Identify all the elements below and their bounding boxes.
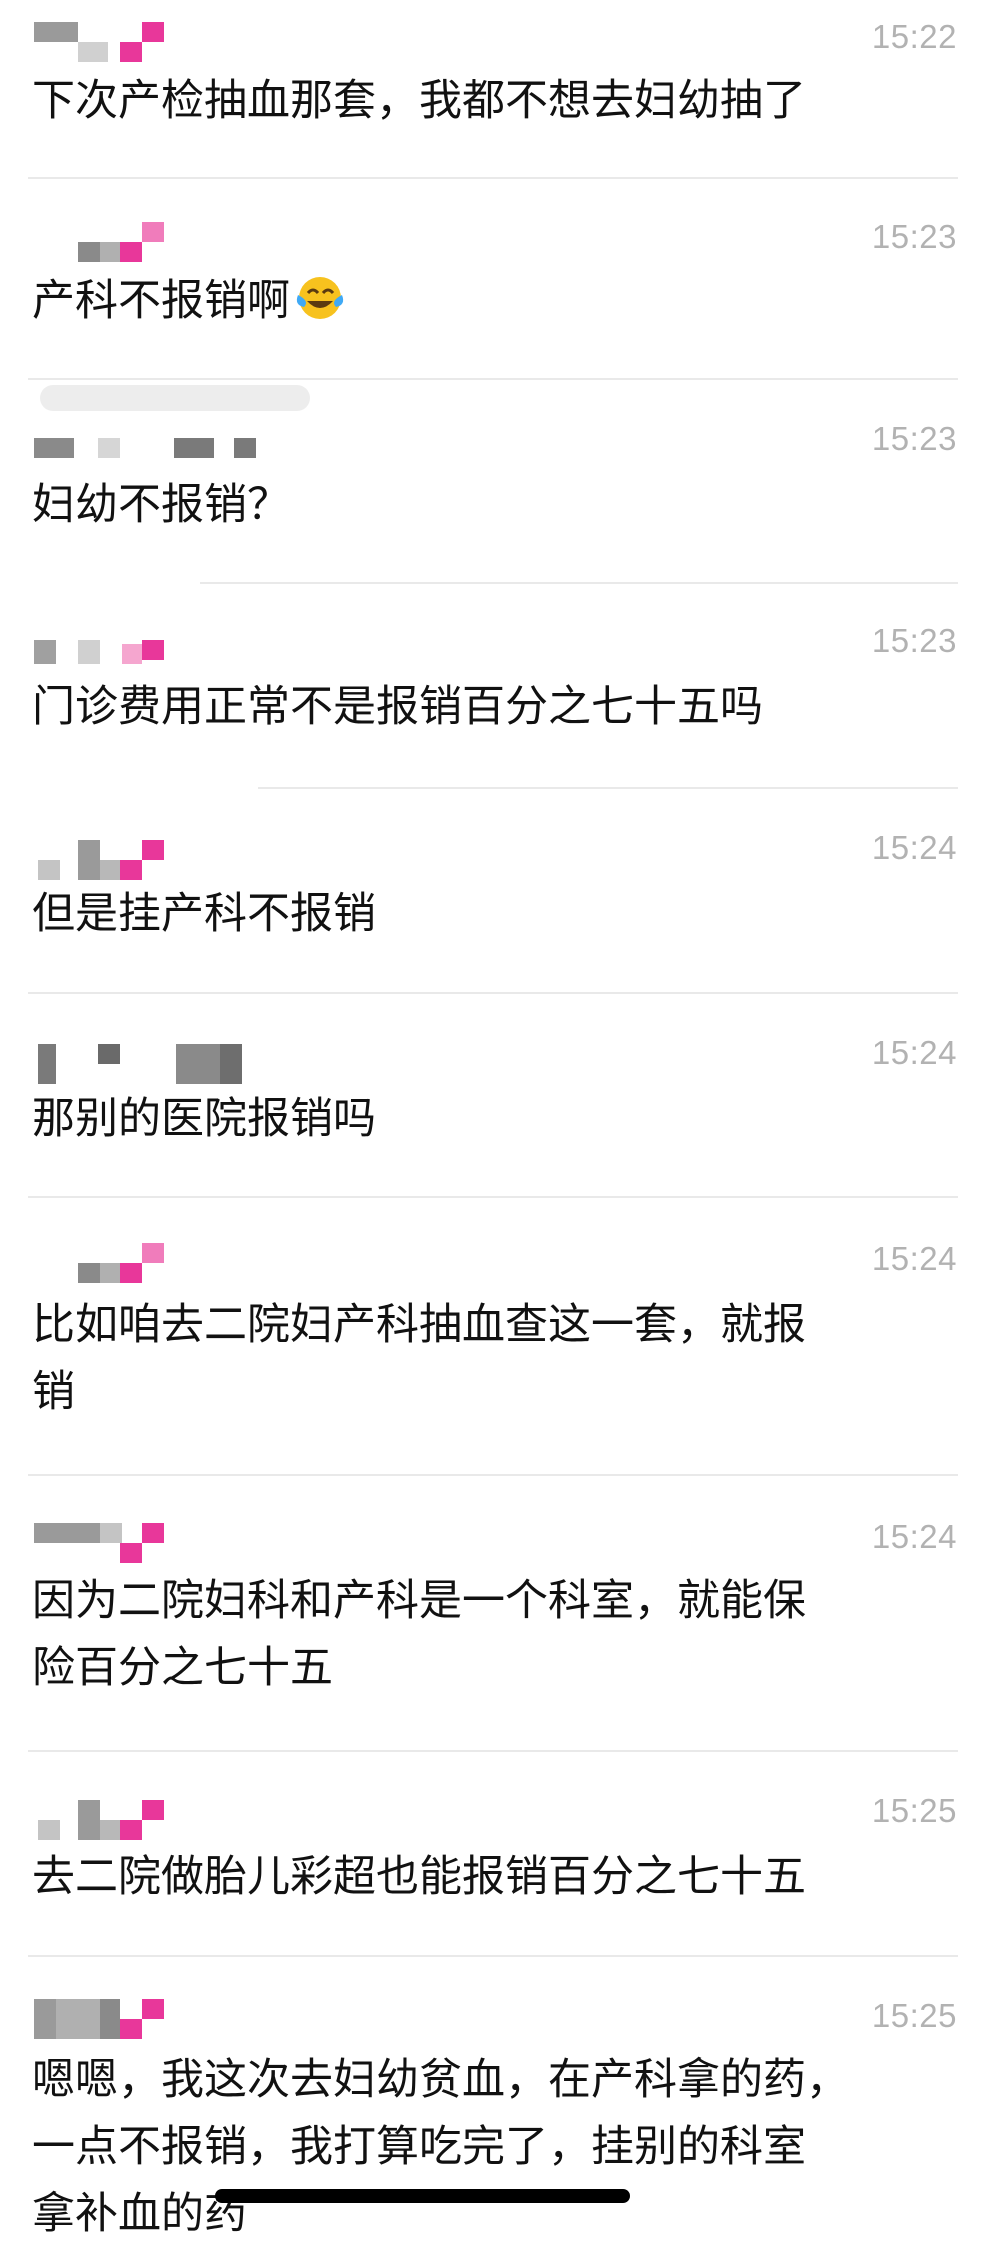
message-time: 15:25: [871, 1997, 957, 2034]
message-time: 15:24: [871, 1518, 957, 1555]
message-text: 下次产检抽血那套，我都不想去妇幼抽了: [32, 76, 806, 126]
message-time: 15:22: [871, 18, 957, 55]
divider: [200, 582, 958, 584]
message-text: 去二院做胎儿彩超也能报销百分之七十五: [32, 1852, 806, 1902]
message-text: 那别的医院报销吗: [32, 1094, 376, 1144]
message-text: 但是挂产科不报销: [32, 889, 376, 939]
message-time: 15:23: [871, 622, 957, 659]
divider: [28, 1955, 958, 1957]
divider: [28, 1750, 958, 1752]
message-time: 15:23: [871, 218, 957, 255]
divider: [28, 992, 958, 994]
message-text: 门诊费用正常不是报销百分之七十五吗: [32, 682, 763, 732]
divider: [28, 177, 958, 179]
message-text: 产科不报销啊: [32, 268, 932, 335]
divider: [258, 787, 958, 789]
divider: [28, 1474, 958, 1476]
message-time: 15:24: [871, 1034, 957, 1071]
crying-laughing-face-icon: [296, 277, 344, 319]
message-text: 嗯嗯，我这次去妇幼贫血，在产科拿的药， 一点不报销，我打算吃完了，挂别的科室 拿…: [32, 2055, 849, 2239]
message-time: 15:23: [871, 420, 957, 457]
message-text: 比如咱去二院妇产科抽血查这一套，就报 销: [32, 1300, 806, 1417]
message-time: 15:24: [871, 829, 957, 866]
redaction-smudge: [40, 385, 310, 411]
message-text: 因为二院妇科和产科是一个科室，就能保 险百分之七十五: [32, 1576, 806, 1693]
message-text: 妇幼不报销？: [32, 480, 290, 530]
message-time: 15:25: [871, 1792, 957, 1829]
divider: [28, 378, 958, 380]
divider: [28, 1196, 958, 1198]
message-time: 15:24: [871, 1240, 957, 1277]
home-indicator[interactable]: [215, 2189, 630, 2203]
message-text-content: 产科不报销啊: [32, 276, 290, 326]
